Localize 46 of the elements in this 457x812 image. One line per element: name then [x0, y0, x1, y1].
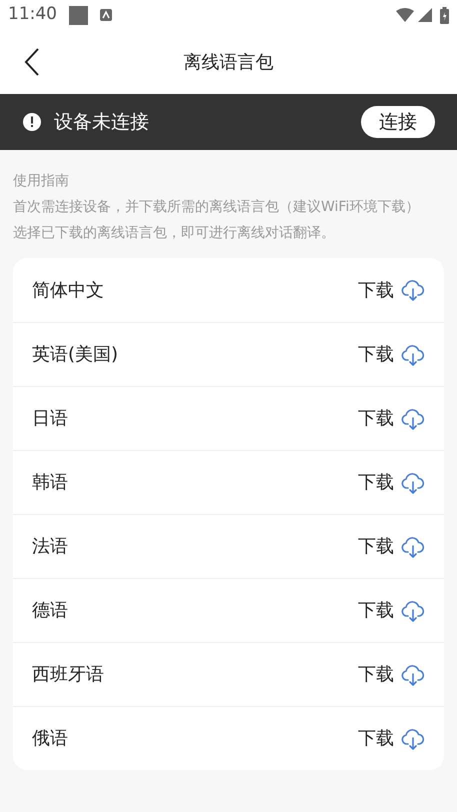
- download-label: 下载: [358, 471, 394, 495]
- connect-button[interactable]: 连接: [361, 106, 435, 138]
- cloud-download-icon: [400, 470, 426, 494]
- banner-message: 设备未连接: [54, 110, 149, 135]
- cloud-download-icon: [400, 406, 426, 430]
- cloud-download-icon: [400, 598, 426, 622]
- cloud-download-icon: [400, 278, 426, 302]
- guide-title: 使用指南: [13, 172, 70, 191]
- cloud-download-icon: [400, 534, 426, 558]
- language-name: 简体中文: [32, 278, 104, 302]
- language-name: 俄语: [32, 727, 68, 751]
- app-notification-icon: [100, 9, 112, 21]
- download-label: 下载: [358, 535, 394, 559]
- download-label: 下载: [358, 343, 394, 367]
- page-title: 离线语言包: [184, 50, 274, 74]
- cloud-download-icon: [400, 662, 426, 686]
- download-label: 下载: [358, 663, 394, 687]
- status-time: 11:40: [8, 3, 57, 26]
- language-row[interactable]: 英语(美国) 下载: [13, 322, 444, 386]
- language-row[interactable]: 俄语 下载: [13, 706, 444, 770]
- download-label: 下载: [358, 407, 394, 431]
- language-name: 德语: [32, 599, 68, 623]
- signal-icon: [418, 8, 432, 22]
- language-row[interactable]: 西班牙语 下载: [13, 642, 444, 706]
- alert-icon: [22, 112, 42, 132]
- language-row[interactable]: 简体中文 下载: [13, 258, 444, 322]
- language-name: 日语: [32, 407, 68, 431]
- guide-text: 选择已下载的离线语言包，即可进行离线对话翻译。: [13, 224, 336, 243]
- language-name: 英语(美国): [32, 343, 118, 367]
- language-row[interactable]: 日语 下载: [13, 386, 444, 450]
- download-label: 下载: [358, 599, 394, 623]
- language-row[interactable]: 法语 下载: [13, 514, 444, 578]
- guide-text: 首次需连接设备，并下载所需的离线语言包（建议WiFi环境下载）: [13, 198, 420, 217]
- language-row[interactable]: 韩语 下载: [13, 450, 444, 514]
- notification-icon: [69, 6, 88, 24]
- language-name: 韩语: [32, 471, 68, 495]
- language-name: 法语: [32, 535, 68, 559]
- wifi-icon: [396, 8, 414, 22]
- cloud-download-icon: [400, 342, 426, 366]
- battery-icon: [440, 6, 449, 24]
- download-label: 下载: [358, 278, 394, 302]
- language-name: 西班牙语: [32, 663, 104, 687]
- back-icon: [24, 48, 40, 76]
- cloud-download-icon: [400, 726, 426, 750]
- language-row[interactable]: 德语 下载: [13, 578, 444, 642]
- download-label: 下载: [358, 727, 394, 751]
